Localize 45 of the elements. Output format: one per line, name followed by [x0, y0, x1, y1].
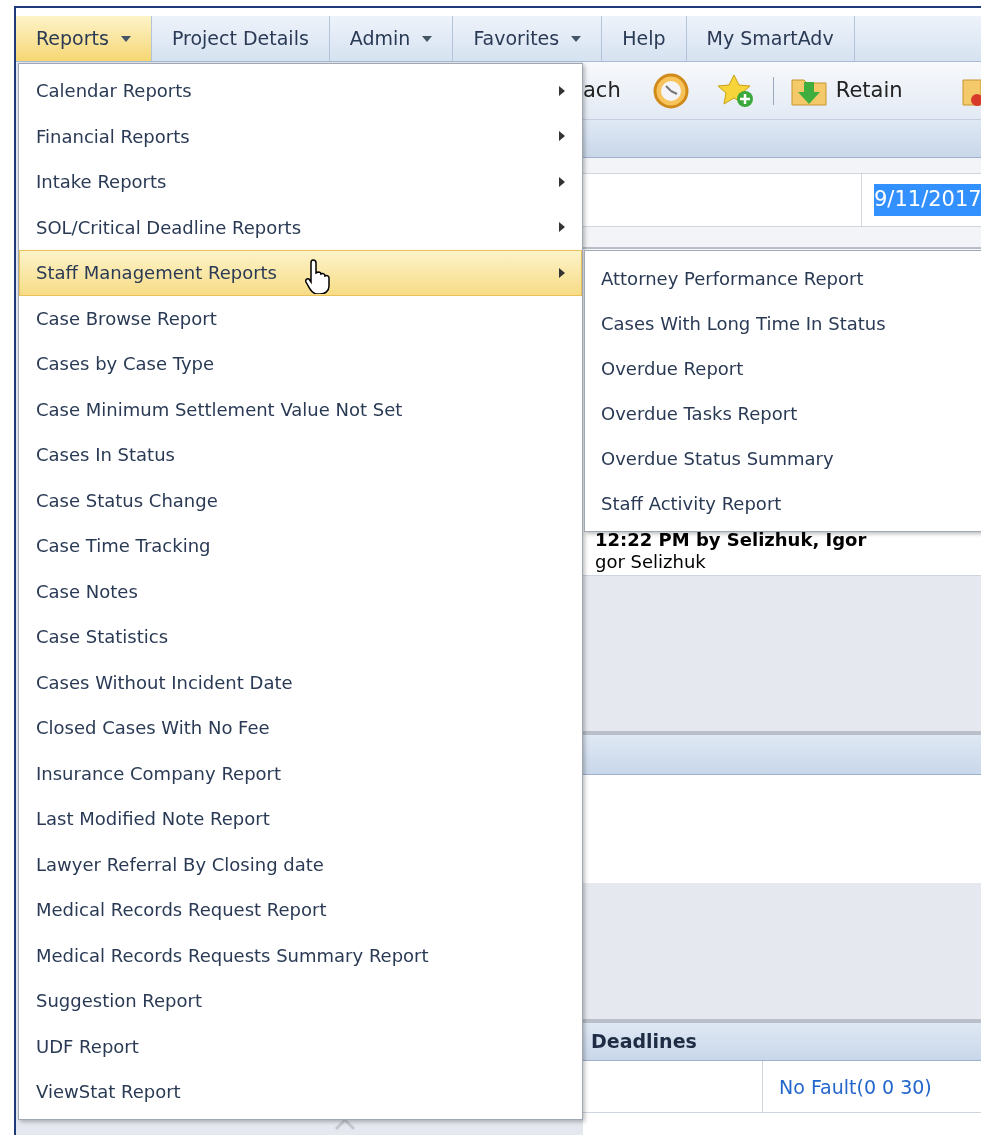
menu-item[interactable]: Last Modified Note Report	[19, 796, 582, 842]
menu-tab[interactable]: My SmartAdv	[686, 16, 855, 61]
hand-cursor-icon	[305, 258, 333, 294]
menu-tab[interactable]: Help	[602, 16, 687, 61]
menu-item[interactable]: Case Minimum Settlement Value Not Set	[19, 386, 582, 432]
menu-tab[interactable]: Project Details	[151, 16, 330, 61]
menu-item[interactable]: Cases by Case Type	[19, 341, 582, 387]
menu-item[interactable]: UDF Report	[19, 1023, 582, 1069]
activity-line: gor Selizhuk	[595, 551, 707, 573]
menu-item[interactable]: Case Time Tracking	[19, 523, 582, 569]
menu-item[interactable]: Case Status Change	[19, 477, 582, 523]
menu-tab[interactable]: Favorites	[453, 16, 603, 61]
menu-item[interactable]: Attorney Performance Report	[585, 256, 981, 301]
menu-item[interactable]: Cases Without Incident Date	[19, 659, 582, 705]
menu-item[interactable]: Medical Records Request Report	[19, 887, 582, 933]
menu-item[interactable]: Cases In Status	[19, 432, 582, 478]
menu-item[interactable]: Cases With Long Time In Status	[585, 301, 981, 346]
menu-item[interactable]: Intake Reports	[19, 159, 582, 205]
menu-tab[interactable]: Admin	[329, 16, 454, 61]
menu-item[interactable]: Staff Activity Report	[585, 481, 981, 526]
menu-item[interactable]: Suggestion Report	[19, 978, 582, 1024]
menu-item[interactable]: ViewStat Report	[19, 1069, 582, 1115]
menu-item[interactable]: Case Statistics	[19, 614, 582, 660]
date-value: 9/11/2017	[874, 184, 981, 216]
deadline-link[interactable]: No Fault(0 0 30)	[763, 1061, 932, 1112]
menu-item[interactable]: Closed Cases With No Fee	[19, 705, 582, 751]
section-title: Deadlines	[591, 1029, 697, 1055]
toolbar-label: ach	[583, 76, 621, 104]
menu-item[interactable]: Insurance Company Report	[19, 750, 582, 796]
menu-item[interactable]: Case Browse Report	[19, 295, 582, 341]
menu-tab[interactable]: Reports	[16, 16, 152, 61]
menu-item[interactable]: Case Notes	[19, 568, 582, 614]
activity-line: 12:22 PM by Selizhuk, Igor	[595, 529, 868, 551]
menu-item[interactable]: Overdue Status Summary	[585, 436, 981, 481]
menu-item[interactable]: Lawyer Referral By Closing date	[19, 841, 582, 887]
clock-icon[interactable]	[652, 72, 689, 109]
menu-item[interactable]: Staff Management Reports	[19, 250, 582, 296]
menu-item[interactable]: Overdue Report	[585, 346, 981, 391]
menu-item[interactable]: Calendar Reports	[19, 68, 582, 114]
scroll-up-icon[interactable]	[334, 1117, 356, 1131]
menu-item[interactable]: Medical Records Requests Summary Report	[19, 932, 582, 978]
menu-item[interactable]: Financial Reports	[19, 113, 582, 159]
menu-item[interactable]: Overdue Tasks Report	[585, 391, 981, 436]
retain-button[interactable]: Retain	[789, 73, 903, 108]
menu-item[interactable]: SOL/Critical Deadline Reports	[19, 204, 582, 250]
